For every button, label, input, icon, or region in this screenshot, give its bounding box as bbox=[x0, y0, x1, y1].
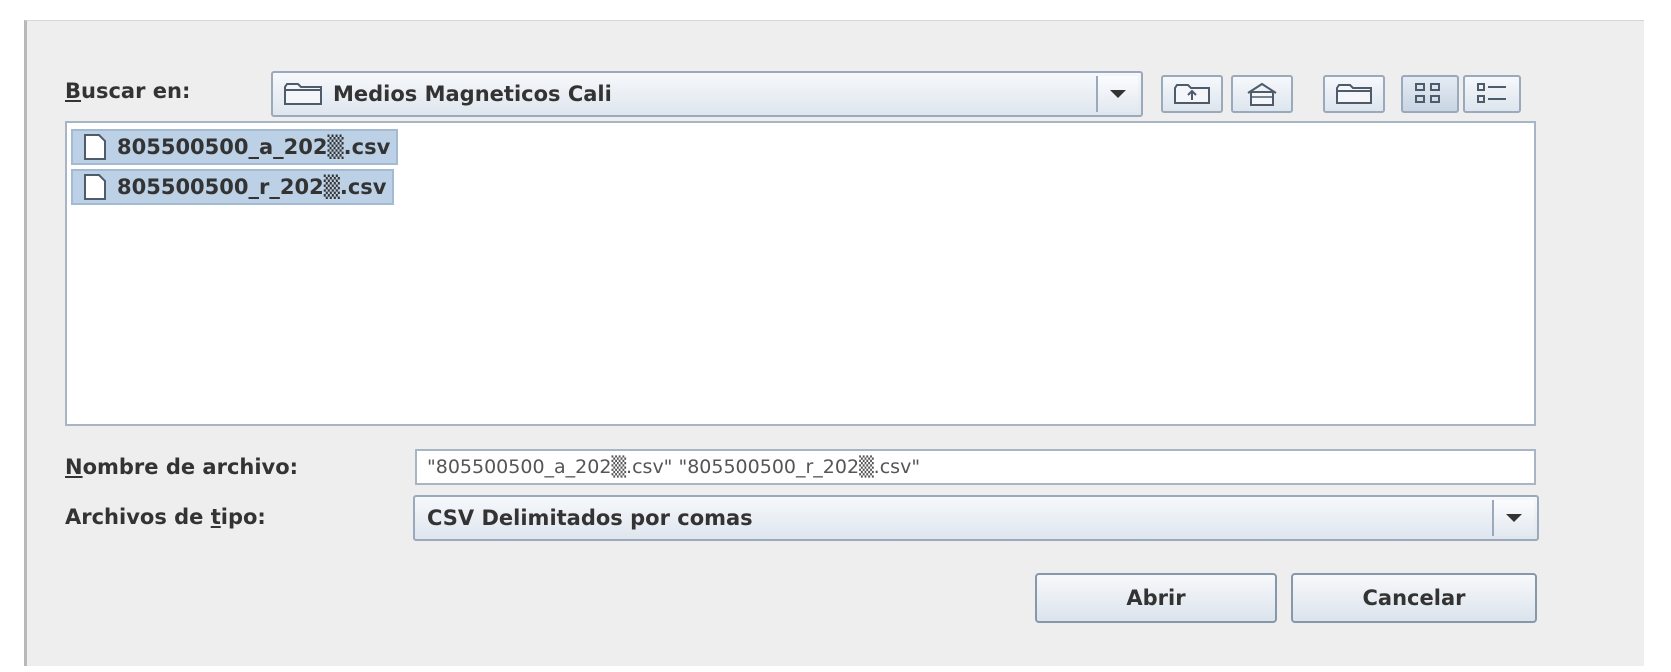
details-view-button[interactable] bbox=[1463, 75, 1521, 113]
look-in-mnemonic: B bbox=[65, 79, 82, 103]
cancel-button[interactable]: Cancelar bbox=[1291, 573, 1537, 623]
file-type-label: Archivos de tipo: bbox=[65, 505, 266, 529]
file-name-label: Nombre de archivo: bbox=[65, 455, 298, 479]
file-name: 805500500_r_202▒.csv bbox=[117, 175, 387, 199]
chevron-down-icon bbox=[1506, 514, 1522, 522]
home-button[interactable] bbox=[1231, 75, 1293, 113]
file-chooser-dialog: Buscar en: Medios Magneticos Cali 805500… bbox=[24, 20, 1644, 666]
details-view-icon bbox=[1477, 83, 1506, 103]
look-in-combo[interactable]: Medios Magneticos Cali bbox=[271, 71, 1143, 117]
file-type-mnemonic: t bbox=[210, 505, 221, 529]
file-type-value: CSV Delimitados por comas bbox=[427, 506, 753, 530]
new-folder-icon bbox=[1336, 84, 1372, 104]
file-name-input[interactable]: "805500500_a_202▒.csv" "805500500_r_202▒… bbox=[415, 449, 1536, 485]
up-folder-icon bbox=[1174, 84, 1210, 104]
file-icon bbox=[84, 174, 106, 200]
chevron-down-icon bbox=[1110, 90, 1126, 98]
up-one-level-button[interactable] bbox=[1161, 75, 1223, 113]
folder-icon bbox=[284, 83, 322, 105]
file-item[interactable]: 805500500_a_202▒.csv bbox=[71, 129, 399, 165]
list-view-icon bbox=[1415, 83, 1440, 103]
file-name-label-rest: ombre de archivo: bbox=[82, 455, 299, 479]
file-name: 805500500_a_202▒.csv bbox=[117, 135, 391, 159]
open-button[interactable]: Abrir bbox=[1035, 573, 1277, 623]
new-folder-button[interactable] bbox=[1323, 75, 1385, 113]
look-in-label: Buscar en: bbox=[65, 79, 190, 103]
look-in-folder-name: Medios Magneticos Cali bbox=[333, 82, 612, 106]
look-in-label-rest: uscar en: bbox=[81, 79, 191, 103]
file-type-label-prefix: Archivos de bbox=[65, 505, 211, 529]
file-type-label-rest: ipo: bbox=[220, 505, 266, 529]
file-name-mnemonic: N bbox=[65, 455, 83, 479]
look-in-dropdown-button[interactable] bbox=[1096, 76, 1138, 112]
file-list[interactable]: 805500500_a_202▒.csv 805500500_r_202▒.cs… bbox=[65, 121, 1536, 426]
file-type-dropdown-button[interactable] bbox=[1492, 500, 1534, 536]
file-item[interactable]: 805500500_r_202▒.csv bbox=[71, 169, 395, 205]
file-icon bbox=[84, 134, 106, 160]
file-type-combo[interactable]: CSV Delimitados por comas bbox=[413, 495, 1539, 541]
list-view-button[interactable] bbox=[1401, 75, 1459, 113]
home-icon bbox=[1247, 82, 1277, 106]
